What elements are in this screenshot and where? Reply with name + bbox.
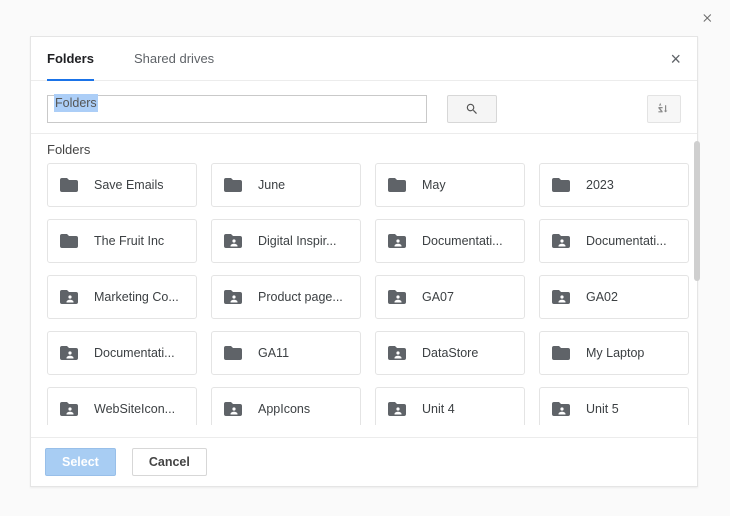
shared-folder-icon (222, 288, 244, 306)
folder-icon (222, 344, 244, 362)
sort-button[interactable] (647, 95, 681, 123)
folder-label: Documentati... (94, 346, 175, 360)
search-row: Folders (31, 81, 697, 134)
folder-card[interactable]: The Fruit Inc (47, 219, 197, 263)
search-input-value: Folders (54, 94, 98, 112)
search-input[interactable]: Folders (47, 95, 427, 123)
shared-folder-icon (222, 400, 244, 418)
tab-folders[interactable]: Folders (47, 37, 94, 80)
folder-label: WebSiteIcon... (94, 402, 175, 416)
folder-card[interactable]: Unit 4 (375, 387, 525, 425)
folder-card[interactable]: Documentati... (47, 331, 197, 375)
folder-label: Save Emails (94, 178, 163, 192)
folder-card[interactable]: GA07 (375, 275, 525, 319)
shared-folder-icon (386, 232, 408, 250)
shared-folder-icon (222, 232, 244, 250)
select-button-label: Select (62, 455, 99, 469)
scrollbar-thumb[interactable] (694, 141, 700, 281)
folder-label: May (422, 178, 446, 192)
shared-folder-icon (58, 400, 80, 418)
folder-label: The Fruit Inc (94, 234, 164, 248)
shared-folder-icon (550, 232, 572, 250)
folder-card[interactable]: Documentati... (539, 219, 689, 263)
folder-card[interactable]: GA02 (539, 275, 689, 319)
folder-icon (58, 176, 80, 194)
picker-body: Folders Save Emails June May 2023 The Fruit … (31, 134, 697, 434)
dialog-footer: Select Cancel (31, 437, 697, 486)
folder-card[interactable]: June (211, 163, 361, 207)
shared-folder-icon (58, 344, 80, 362)
folder-label: DataStore (422, 346, 478, 360)
folder-label: GA11 (258, 346, 289, 360)
folder-label: GA07 (422, 290, 454, 304)
cancel-button[interactable]: Cancel (132, 448, 207, 476)
picker-dialog: Folders Shared drives × Folders Folders … (30, 36, 698, 487)
folder-card[interactable]: Save Emails (47, 163, 197, 207)
cancel-button-label: Cancel (149, 455, 190, 469)
folder-card[interactable]: My Laptop (539, 331, 689, 375)
folder-label: AppIcons (258, 402, 310, 416)
folder-label: Digital Inspir... (258, 234, 337, 248)
tab-shared-label: Shared drives (134, 51, 214, 66)
folder-card[interactable]: May (375, 163, 525, 207)
folder-card[interactable]: Documentati... (375, 219, 525, 263)
folder-label: Unit 5 (586, 402, 619, 416)
folder-label: Unit 4 (422, 402, 455, 416)
folder-label: 2023 (586, 178, 614, 192)
folder-card[interactable]: 2023 (539, 163, 689, 207)
folder-label: My Laptop (586, 346, 644, 360)
shared-folder-icon (386, 344, 408, 362)
folder-icon (550, 344, 572, 362)
close-icon (700, 10, 716, 26)
folder-label: Marketing Co... (94, 290, 179, 304)
folder-card[interactable]: Digital Inspir... (211, 219, 361, 263)
folder-card[interactable]: GA11 (211, 331, 361, 375)
dialog-close-button[interactable]: × (670, 50, 681, 68)
tab-bar: Folders Shared drives × (31, 37, 697, 81)
shared-folder-icon (386, 400, 408, 418)
folder-card[interactable]: Product page... (211, 275, 361, 319)
tab-folders-label: Folders (47, 51, 94, 66)
folder-label: GA02 (586, 290, 618, 304)
tab-shared-drives[interactable]: Shared drives (134, 37, 214, 80)
folder-grid: Save Emails June May 2023 The Fruit Inc Digit… (31, 163, 697, 425)
folder-icon (386, 176, 408, 194)
shared-folder-icon (58, 288, 80, 306)
shared-folder-icon (550, 288, 572, 306)
outer-close-button[interactable] (700, 10, 716, 31)
search-icon (465, 102, 479, 116)
folder-card[interactable]: AppIcons (211, 387, 361, 425)
folder-label: Documentati... (422, 234, 503, 248)
section-label: Folders (31, 134, 697, 163)
folder-card[interactable]: Unit 5 (539, 387, 689, 425)
search-button[interactable] (447, 95, 497, 123)
folder-icon (58, 232, 80, 250)
folder-card[interactable]: Marketing Co... (47, 275, 197, 319)
select-button[interactable]: Select (45, 448, 116, 476)
shared-folder-icon (550, 400, 572, 418)
folder-icon (550, 176, 572, 194)
folder-card[interactable]: WebSiteIcon... (47, 387, 197, 425)
folder-label: Documentati... (586, 234, 667, 248)
folder-label: June (258, 178, 285, 192)
folder-icon (222, 176, 244, 194)
folder-card[interactable]: DataStore (375, 331, 525, 375)
folder-label: Product page... (258, 290, 343, 304)
sort-az-icon (656, 101, 672, 117)
shared-folder-icon (386, 288, 408, 306)
